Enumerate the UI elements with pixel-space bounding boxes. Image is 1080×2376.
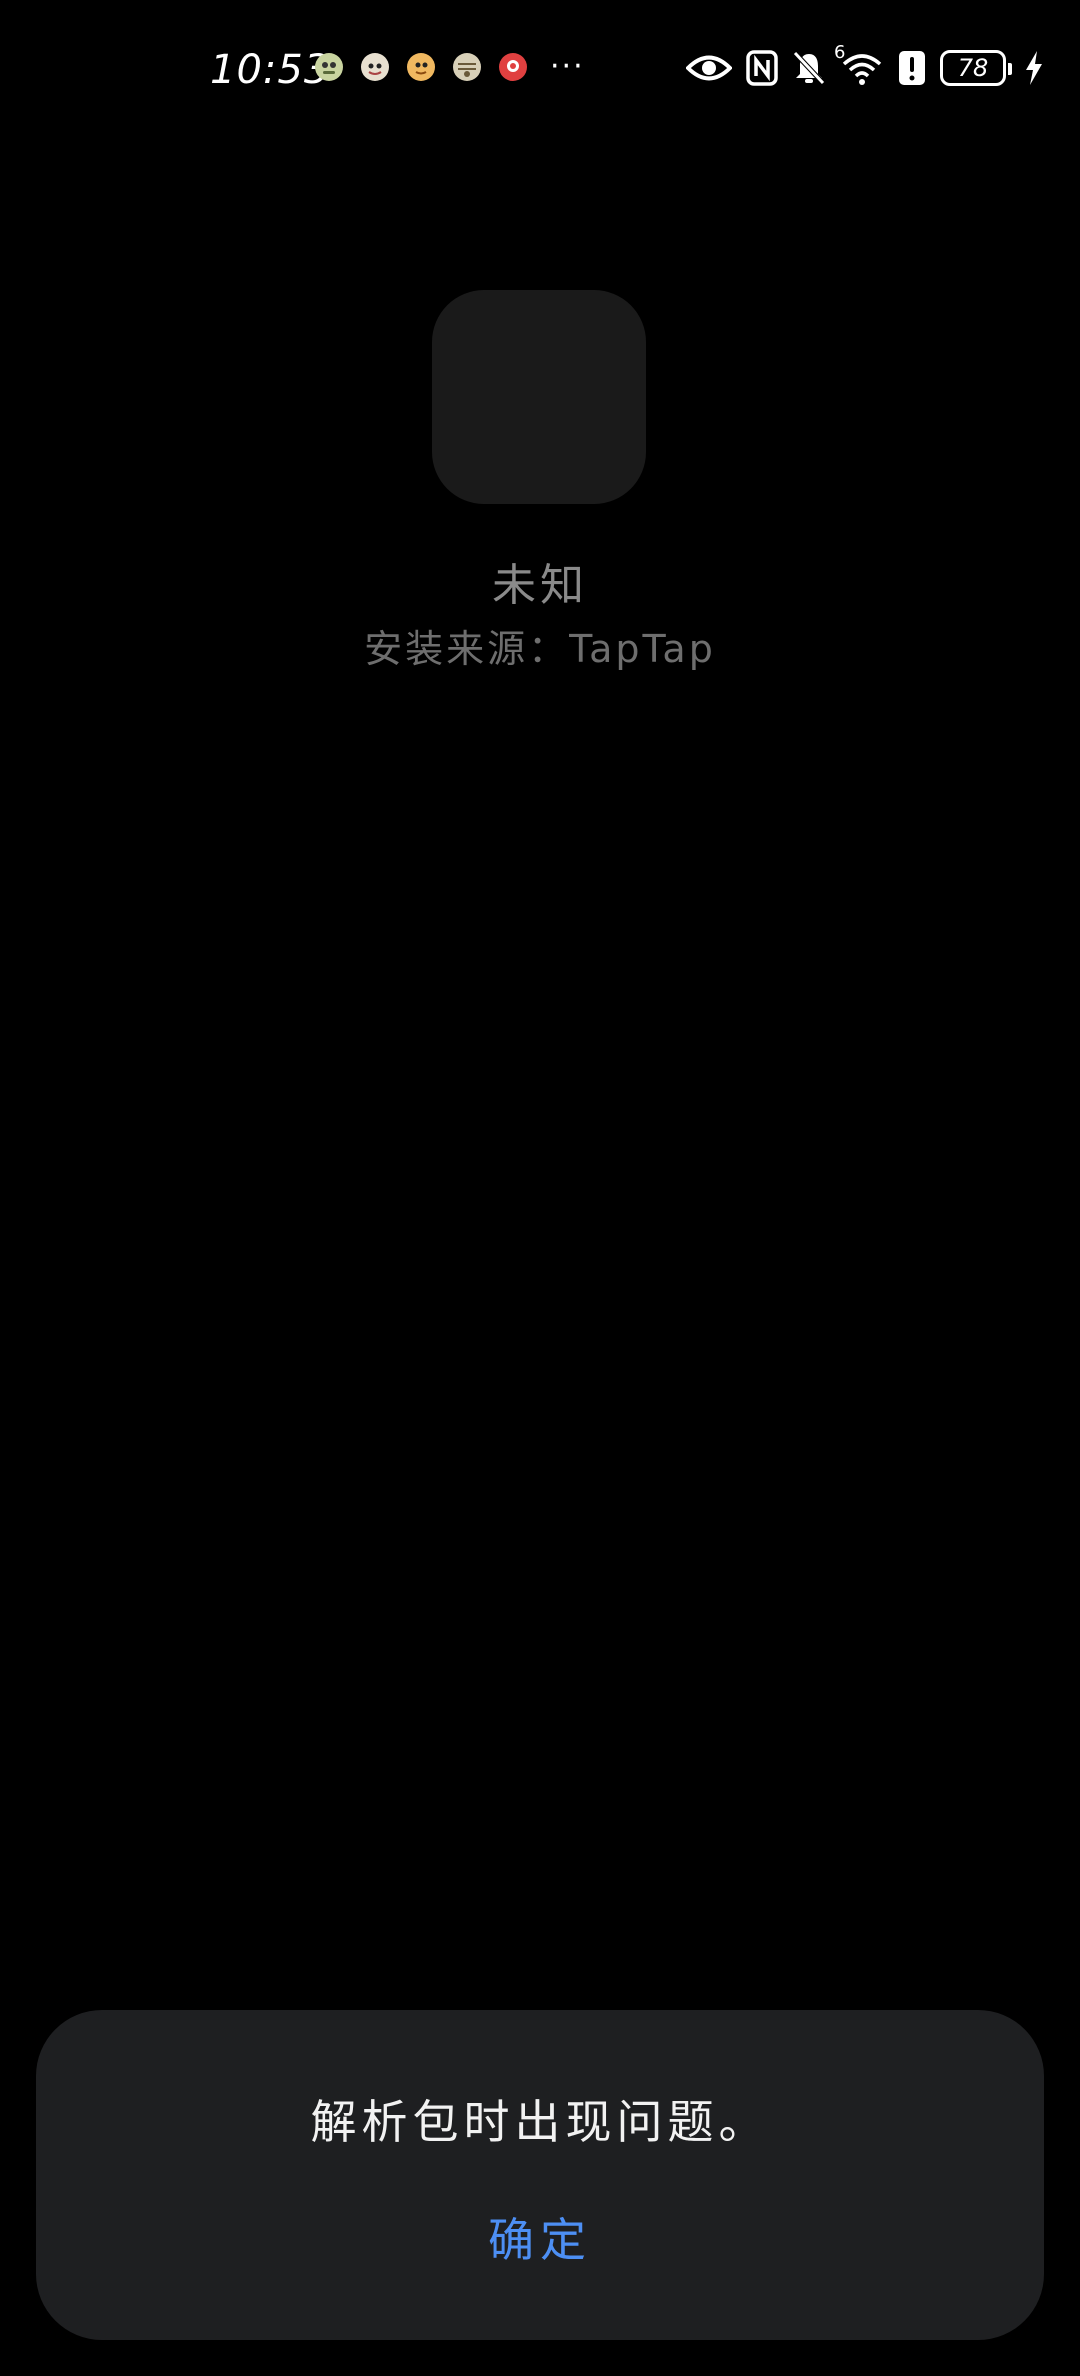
wifi-generation-label: 6 bbox=[834, 42, 846, 63]
wifi-6-icon: 6 bbox=[834, 42, 884, 86]
app-notification-icon-5 bbox=[498, 52, 528, 82]
charging-icon bbox=[1024, 50, 1044, 86]
app-notification-icon-2 bbox=[360, 52, 390, 82]
status-bar: 10:53 ··· 6 78 bbox=[0, 0, 1080, 140]
battery-icon: 78 bbox=[940, 50, 1012, 86]
more-notifications-icon: ··· bbox=[550, 49, 585, 84]
confirm-button[interactable]: 确定 bbox=[440, 2200, 640, 2280]
notification-icons: ··· bbox=[314, 52, 585, 82]
install-source-text: 安装来源：TapTap bbox=[364, 627, 716, 671]
dialog-message: 解析包时出现问题。 bbox=[310, 2095, 770, 2149]
bell-muted-icon bbox=[792, 50, 826, 86]
app-notification-icon-4 bbox=[452, 52, 482, 82]
eye-icon bbox=[686, 53, 732, 83]
status-time: 10:53 bbox=[210, 47, 331, 93]
app-icon-placeholder bbox=[432, 290, 646, 504]
parse-error-dialog: 解析包时出现问题。 确定 bbox=[36, 2010, 1044, 2340]
app-notification-icon-1 bbox=[314, 52, 344, 82]
alert-icon bbox=[898, 50, 926, 86]
app-notification-icon-3 bbox=[406, 52, 436, 82]
app-name: 未知 bbox=[492, 560, 588, 611]
battery-level: 78 bbox=[957, 54, 989, 82]
system-icons: 6 78 bbox=[686, 42, 1044, 90]
nfc-icon bbox=[746, 50, 778, 86]
